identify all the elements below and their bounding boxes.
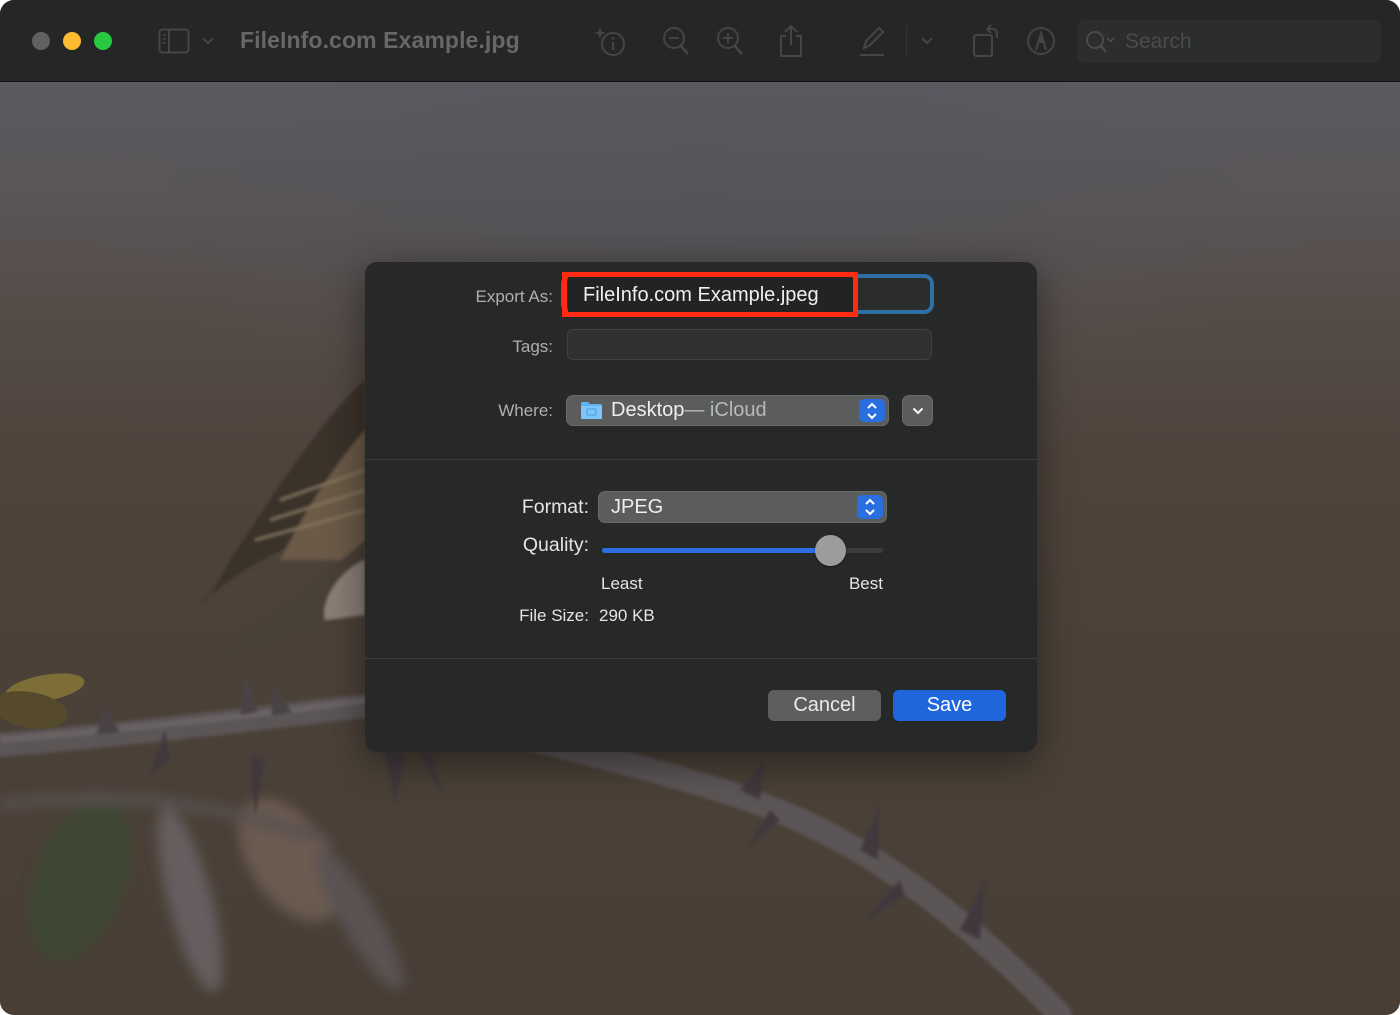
- where-label: Where:: [498, 401, 553, 420]
- save-button[interactable]: Save: [893, 690, 1006, 721]
- sidebar-options-button[interactable]: [199, 22, 217, 60]
- format-popup[interactable]: JPEG: [598, 491, 887, 523]
- share-button[interactable]: [776, 22, 806, 60]
- format-label: Format:: [521, 496, 589, 518]
- where-location-cloud: — iCloud: [684, 399, 767, 421]
- zoom-in-icon: [717, 27, 743, 55]
- quality-slider-thumb[interactable]: [815, 535, 846, 566]
- tags-field[interactable]: [567, 329, 932, 360]
- cancel-button[interactable]: Cancel: [768, 690, 881, 721]
- folder-icon: [581, 402, 602, 419]
- maximize-window-button[interactable]: [94, 32, 112, 50]
- export-as-label: Export As:: [475, 287, 553, 306]
- file-size-value: 290 KB: [599, 606, 655, 625]
- preview-window: FileInfo.com Example.jpg Search Export A…: [0, 0, 1400, 1015]
- window-title: FileInfo.com Example.jpg: [240, 27, 520, 53]
- format-popup-stepper: [857, 495, 883, 519]
- zoom-out-icon: [663, 27, 689, 55]
- tags-label: Tags:: [512, 337, 553, 356]
- rotate-icon: [973, 24, 998, 57]
- toolbar-separator: [906, 26, 907, 56]
- markup-options-button[interactable]: [918, 22, 936, 60]
- info-sparkle-icon: [594, 27, 625, 56]
- search-placeholder: Search: [1125, 29, 1192, 53]
- markup-pen-icon: [860, 26, 885, 56]
- export-as-field[interactable]: [568, 277, 856, 313]
- quality-slider[interactable]: [602, 535, 883, 566]
- markup-button[interactable]: [856, 22, 888, 60]
- expand-browser-button[interactable]: [902, 395, 933, 426]
- file-size-label: File Size:: [519, 606, 589, 625]
- zoom-in-button[interactable]: [714, 22, 746, 60]
- close-window-button[interactable]: [32, 32, 50, 50]
- search-icon: [1086, 30, 1115, 53]
- quality-min-label: Least: [601, 574, 643, 593]
- sidebar-icon: [158, 28, 190, 54]
- where-location-popup[interactable]: Desktop — iCloud: [566, 395, 889, 426]
- format-selected-value: JPEG: [611, 495, 664, 518]
- footer-divider: [365, 658, 1037, 659]
- sidebar-toggle-button[interactable]: [157, 22, 191, 60]
- chevron-down-icon: [202, 37, 214, 45]
- chevron-down-icon: [921, 37, 933, 45]
- title-bar: FileInfo.com Example.jpg Search: [0, 0, 1400, 82]
- markup-circle-icon: [1027, 27, 1055, 55]
- chevron-down-icon: [912, 407, 923, 414]
- quality-label: Quality:: [522, 534, 589, 556]
- quality-slider-fill: [602, 548, 830, 553]
- annotate-button[interactable]: [1024, 22, 1058, 60]
- minimize-window-button[interactable]: [63, 32, 81, 50]
- rotate-button[interactable]: [970, 22, 1002, 60]
- export-dialog: Export As: Tags: Where: Desktop — iCloud: [365, 262, 1037, 752]
- search-field[interactable]: Search: [1077, 20, 1381, 63]
- inspector-button[interactable]: [592, 22, 630, 60]
- section-divider: [365, 459, 1037, 460]
- where-popup-stepper: [859, 399, 885, 422]
- where-location-name: Desktop: [611, 399, 685, 421]
- up-down-chevron-icon: [867, 402, 877, 419]
- zoom-out-button[interactable]: [660, 22, 692, 60]
- quality-max-label: Best: [848, 574, 883, 593]
- up-down-chevron-icon: [865, 498, 875, 516]
- share-icon: [780, 24, 802, 57]
